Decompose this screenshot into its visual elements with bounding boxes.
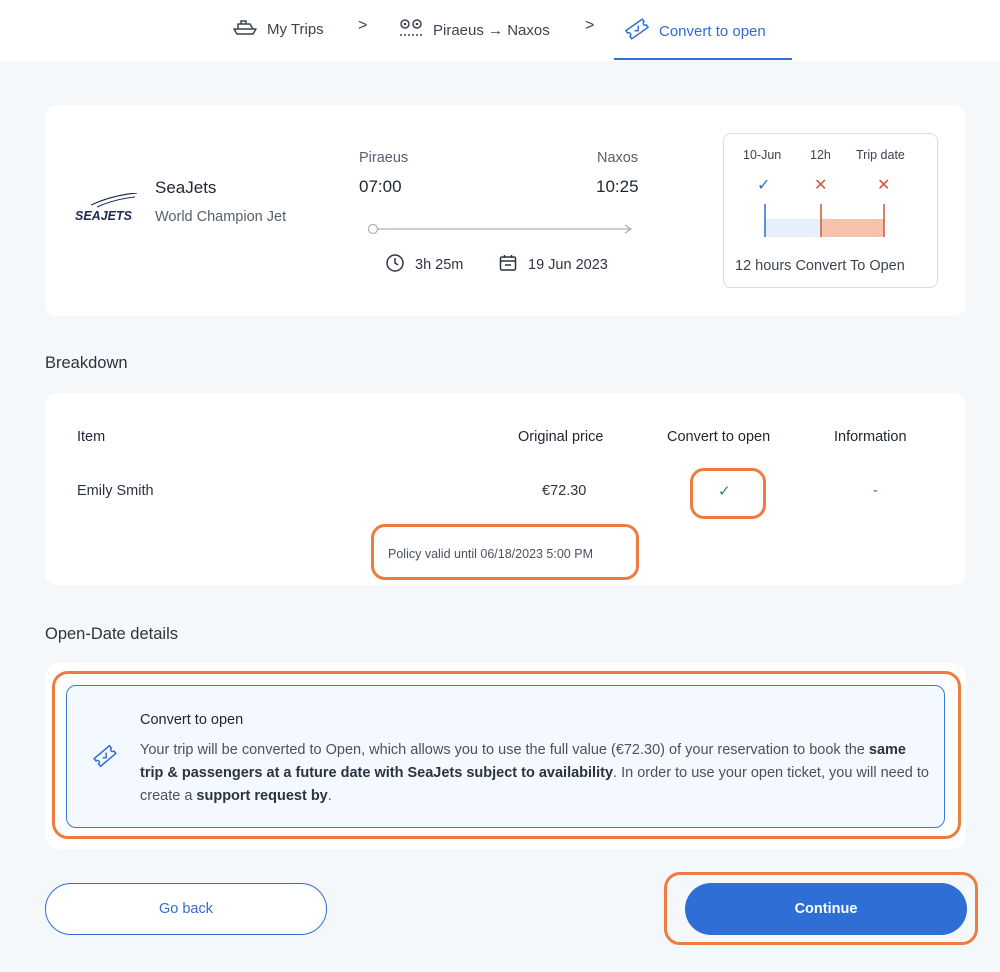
ship-icon xyxy=(232,18,267,40)
arrival-port: Naxos xyxy=(597,150,639,166)
departure-time: 07:00 xyxy=(359,177,402,196)
column-header-information: Information xyxy=(834,429,907,445)
go-back-button[interactable]: Go back xyxy=(45,883,327,935)
route-pin-icon xyxy=(398,18,433,42)
breadcrumb-label: My Trips xyxy=(267,20,324,38)
calendar-icon xyxy=(498,253,528,277)
breadcrumb: My Trips > Piraeus → Naxos > Convert to … xyxy=(0,0,1000,61)
departure-port: Piraeus xyxy=(359,150,409,166)
breakdown-heading: Breakdown xyxy=(45,354,128,372)
breadcrumb-separator: > xyxy=(585,17,595,34)
original-price: €72.30 xyxy=(542,483,587,499)
arrival-time: 10:25 xyxy=(596,177,639,196)
route-arrow xyxy=(367,222,635,241)
highlight-outline xyxy=(52,671,961,839)
trip-duration: 3h 25m xyxy=(385,253,463,277)
highlight-outline xyxy=(371,524,639,580)
breadcrumb-convert-to-open[interactable]: Convert to open xyxy=(624,18,766,44)
breadcrumb-route[interactable]: Piraeus → Naxos xyxy=(398,18,550,42)
operator-name: SeaJets xyxy=(155,178,217,197)
vessel-name: World Champion Jet xyxy=(155,209,287,225)
column-header-original-price: Original price xyxy=(518,429,604,445)
column-header-item: Item xyxy=(77,429,106,445)
not-allowed-x-icon: ✕ xyxy=(877,177,891,194)
breakdown-table: Item Original price Convert to open Info… xyxy=(45,393,966,585)
timeline-bar xyxy=(764,204,886,245)
breadcrumb-label: Piraeus → Naxos xyxy=(433,21,550,39)
column-header-convert-to-open: Convert to open xyxy=(667,429,771,445)
passenger-name: Emily Smith xyxy=(77,483,154,499)
timeline-label: 10-Jun xyxy=(743,148,782,162)
information-value: - xyxy=(873,483,878,499)
duration-value: 3h 25m xyxy=(415,257,464,273)
highlight-outline xyxy=(664,872,978,945)
trip-summary-card: SEAJETS SeaJets World Champion Jet Pirae… xyxy=(45,105,966,316)
timeline-caption: 12 hours Convert To Open xyxy=(735,258,905,274)
breadcrumb-my-trips[interactable]: My Trips xyxy=(232,18,324,40)
date-value: 19 Jun 2023 xyxy=(528,257,608,273)
open-date-card: Convert to open Your trip will be conver… xyxy=(45,663,966,849)
timeline-label: 12h xyxy=(810,148,831,162)
active-tab-underline xyxy=(614,58,792,60)
not-allowed-x-icon: ✕ xyxy=(814,177,828,194)
breadcrumb-label: Convert to open xyxy=(659,22,766,40)
svg-text:SEAJETS: SEAJETS xyxy=(75,209,133,223)
timeline-label: Trip date xyxy=(856,148,905,162)
clock-icon xyxy=(385,253,415,277)
seajets-logo: SEAJETS xyxy=(75,192,141,230)
trip-date: 19 Jun 2023 xyxy=(498,253,608,277)
open-date-heading: Open-Date details xyxy=(45,625,178,643)
allowed-check-icon: ✓ xyxy=(757,177,771,194)
breadcrumb-separator: > xyxy=(358,17,368,34)
ticket-icon xyxy=(624,18,659,44)
highlight-outline xyxy=(690,468,766,519)
convert-policy-timeline: 10-Jun 12h Trip date ✓ ✕ ✕ 12 hours Conv… xyxy=(723,133,938,288)
